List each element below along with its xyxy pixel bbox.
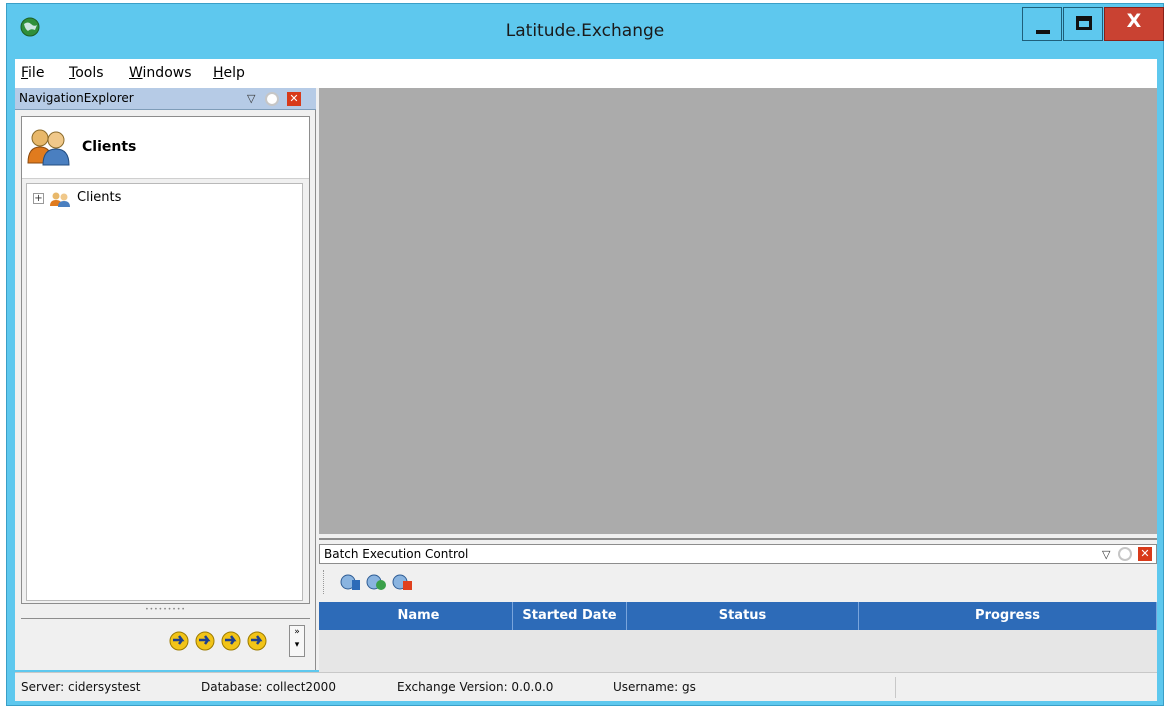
batch-refresh-icon[interactable] [365, 572, 387, 592]
menu-tools[interactable]: Tools [69, 65, 104, 81]
status-server: Server: cidersystest [21, 680, 141, 694]
batch-execution-title: Batch Execution Control [324, 547, 469, 561]
column-started-date[interactable]: Started Date [513, 602, 627, 630]
arrow-right-icon[interactable] [245, 629, 269, 651]
batch-execution-panel: Batch Execution Control ▽ ✕ Name Started… [319, 538, 1157, 672]
navigation-explorer-header[interactable]: NavigationExplorer ▽ ✕ [15, 88, 316, 110]
tree-node-label: Clients [77, 190, 122, 205]
title-bar[interactable]: Latitude.Exchange X [7, 4, 1164, 56]
column-progress[interactable]: Progress [859, 602, 1157, 630]
clients-section-title: Clients [82, 139, 137, 155]
mdi-workspace [319, 88, 1157, 534]
column-name[interactable]: Name [319, 602, 513, 630]
minimize-button[interactable] [1022, 7, 1062, 41]
expand-icon[interactable]: + [33, 193, 44, 204]
menu-file[interactable]: File [21, 65, 44, 81]
clients-section-header: Clients [22, 117, 309, 179]
app-window: Latitude.Exchange X File Tools Windows H… [6, 3, 1164, 706]
arrow-right-icon[interactable] [219, 629, 243, 651]
menu-help[interactable]: Help [213, 65, 245, 81]
navigation-content: Clients + Clients [21, 116, 310, 604]
minimize-icon [1036, 30, 1050, 34]
pin-icon[interactable] [265, 92, 279, 106]
users-icon [27, 129, 70, 166]
panel-close-icon[interactable]: ✕ [1138, 547, 1152, 561]
close-button[interactable]: X [1104, 7, 1164, 41]
clients-tree[interactable]: + Clients [26, 183, 303, 601]
panel-close-icon[interactable]: ✕ [287, 92, 301, 106]
status-database: Database: collect2000 [201, 680, 336, 694]
maximize-icon [1076, 16, 1092, 30]
status-version: Exchange Version: 0.0.0.0 [397, 680, 554, 694]
toolbar-grip [323, 570, 325, 594]
status-separator [895, 677, 896, 698]
client-area: NavigationExplorer ▽ ✕ Clients + Clients… [15, 88, 1157, 672]
overflow-button[interactable]: » ▾ [289, 625, 305, 657]
batch-start-icon[interactable] [339, 572, 361, 592]
batch-grid-header: Name Started Date Status Progress [319, 602, 1157, 630]
panel-dropdown-icon[interactable]: ▽ [1102, 548, 1110, 561]
column-status[interactable]: Status [627, 602, 859, 630]
batch-toolbar [319, 566, 1157, 600]
navigation-button-bar: » ▾ [21, 618, 310, 664]
arrow-right-icon[interactable] [167, 629, 191, 651]
status-username: Username: gs [613, 680, 696, 694]
menu-windows[interactable]: Windows [129, 65, 192, 81]
status-bar: Server: cidersystest Database: collect20… [15, 672, 1157, 701]
batch-execution-header[interactable]: Batch Execution Control ▽ ✕ [319, 544, 1157, 564]
navigation-explorer-panel: NavigationExplorer ▽ ✕ Clients + Clients… [15, 88, 316, 670]
maximize-button[interactable] [1063, 7, 1103, 41]
panel-splitter[interactable]: ••••••••• [21, 607, 310, 616]
batch-stop-icon[interactable] [391, 572, 413, 592]
batch-grid-body[interactable] [319, 630, 1157, 672]
menu-bar: File Tools Windows Help [15, 59, 1157, 88]
users-icon [50, 192, 70, 207]
window-title: Latitude.Exchange [505, 21, 665, 41]
pin-icon[interactable] [1118, 547, 1132, 561]
navigation-explorer-title: NavigationExplorer [19, 91, 134, 105]
panel-dropdown-icon[interactable]: ▽ [247, 92, 255, 105]
arrow-right-icon[interactable] [193, 629, 217, 651]
close-icon: X [1126, 10, 1142, 32]
